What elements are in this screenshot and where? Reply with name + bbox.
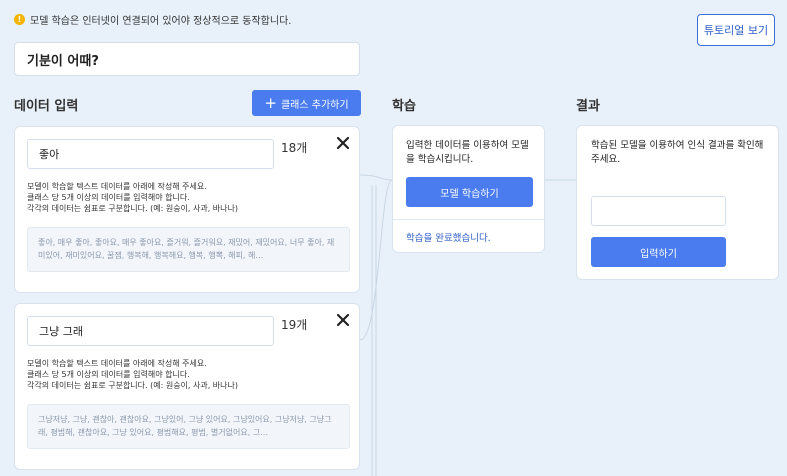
- class-card: 그냥 그래 19개 모델이 학습할 텍스트 데이터를 아래에 작성해 주세요. …: [14, 303, 360, 470]
- class-name-input[interactable]: 좋아: [27, 139, 274, 169]
- notice-bar: ! 모델 학습은 인터넷이 연결되어 있어야 정상적으로 동작합니다.: [14, 12, 291, 27]
- warning-icon: !: [14, 14, 25, 25]
- data-count: 19개: [281, 318, 308, 332]
- plus-icon: +: [264, 93, 277, 112]
- close-icon[interactable]: [335, 135, 351, 151]
- close-icon[interactable]: [335, 312, 351, 328]
- data-textarea[interactable]: 좋아, 매우 좋아, 좋아요, 매우 좋아요, 즐거워, 즐거워요, 재밌어, …: [27, 227, 350, 272]
- train-heading: 학습: [392, 99, 416, 114]
- tutorial-button[interactable]: 튜토리얼 보기: [697, 14, 775, 46]
- divider: [393, 219, 546, 220]
- train-status-text: 학습을 완료했습니다.: [406, 233, 491, 244]
- prompt-title[interactable]: 기분이 어때?: [14, 42, 360, 76]
- data-input-heading: 데이터 입력: [14, 99, 79, 114]
- flow-connector: [359, 174, 393, 476]
- result-description: 학습된 모델을 이용하여 인식 결과를 확인해주세요.: [591, 140, 764, 165]
- train-description: 입력한 데이터를 이용하여 모델을 학습시킵니다.: [406, 140, 529, 165]
- notice-text: 모델 학습은 인터넷이 연결되어 있어야 정상적으로 동작합니다.: [30, 16, 292, 27]
- class-card: 좋아 18개 모델이 학습할 텍스트 데이터를 아래에 작성해 주세요. 클래스…: [14, 126, 360, 293]
- train-card: 입력한 데이터를 이용하여 모델을 학습시킵니다. 모델 학습하기 학습을 완료…: [392, 125, 546, 253]
- add-class-button[interactable]: + 클래스 추가하기: [252, 90, 361, 116]
- data-count: 18개: [281, 141, 308, 155]
- help-text: 모델이 학습할 텍스트 데이터를 아래에 작성해 주세요. 클래스 당 5개 이…: [27, 182, 239, 213]
- data-textarea[interactable]: 그냥저냥, 그냥, 괜찮아, 괜찮아요, 그냥있어, 그냥 있어요, 그냥있어요…: [27, 404, 350, 449]
- result-heading: 결과: [576, 99, 600, 114]
- add-class-label: 클래스 추가하기: [280, 99, 349, 111]
- class-name-input[interactable]: 그냥 그래: [27, 316, 274, 346]
- result-connector: [545, 179, 577, 181]
- result-card: 학습된 모델을 이용하여 인식 결과를 확인해주세요. 입력하기: [576, 125, 779, 280]
- submit-input-button[interactable]: 입력하기: [591, 237, 726, 267]
- result-input[interactable]: [591, 196, 726, 226]
- train-model-button[interactable]: 모델 학습하기: [406, 177, 533, 207]
- help-text: 모델이 학습할 텍스트 데이터를 아래에 작성해 주세요. 클래스 당 5개 이…: [27, 359, 239, 390]
